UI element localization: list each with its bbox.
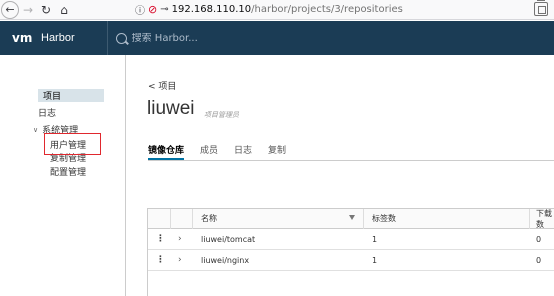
- main-content: < 项目 liuwei 项目管理员 镜像仓库 成员 日志 复制 名称 标签数 下…: [127, 55, 554, 296]
- sidebar-item-projects[interactable]: 项目: [38, 89, 104, 102]
- sidebar-item-logs[interactable]: 日志: [38, 106, 56, 119]
- browser-toolbar: ← → ↻ ⌂ ⓘ ⊘ ⊸ 192.168.110.10/harbor/proj…: [0, 0, 554, 20]
- repo-name[interactable]: liuwei/tomcat: [201, 229, 361, 249]
- insecure-lock-icon: ⊘: [148, 3, 158, 16]
- sidebar: 项目 日志 ∨ 系统管理 用户管理 复制管理 配置管理: [0, 55, 126, 296]
- screenshot-icon[interactable]: [534, 0, 548, 16]
- sidebar-item-label: 配置管理: [50, 168, 87, 178]
- header-divider: [106, 21, 108, 55]
- app-name[interactable]: Harbor: [41, 32, 75, 44]
- search-icon: [115, 32, 127, 44]
- sidebar-item-label: 日志: [38, 109, 57, 119]
- breadcrumb[interactable]: < 项目: [148, 79, 176, 92]
- annotation-highlight-box: [44, 133, 101, 155]
- expand-chevron-icon[interactable]: ›: [178, 229, 188, 249]
- sidebar-item-label: 项目: [43, 92, 62, 102]
- column-divider: [192, 209, 193, 229]
- reload-icon[interactable]: ↻: [37, 1, 55, 19]
- tag-count: 1: [372, 255, 378, 265]
- column-divider: [363, 209, 364, 229]
- chevron-down-icon[interactable]: ∨: [33, 126, 38, 134]
- tab-members[interactable]: 成员: [200, 143, 218, 157]
- tab-replication[interactable]: 复制: [268, 143, 286, 157]
- column-header-downloads[interactable]: 下载数: [536, 209, 554, 229]
- column-header-tags[interactable]: 标签数: [372, 209, 396, 228]
- column-divider: [170, 209, 171, 229]
- search-input[interactable]: [131, 32, 252, 44]
- download-count: 0: [536, 255, 542, 265]
- project-tabs: 镜像仓库 成员 日志 复制: [148, 143, 302, 160]
- key-icon: ⊸: [160, 4, 169, 15]
- more-actions-icon[interactable]: ⋮: [156, 229, 165, 249]
- column-header-name[interactable]: 名称: [201, 209, 361, 228]
- back-arrow-icon[interactable]: ←: [1, 0, 19, 19]
- project-role-label: 项目管理员: [204, 111, 239, 119]
- sidebar-item-configuration[interactable]: 配置管理: [50, 165, 86, 178]
- tag-count: 1: [372, 234, 378, 244]
- expand-chevron-icon[interactable]: ›: [178, 250, 188, 270]
- address-bar[interactable]: ⓘ ⊘ ⊸ 192.168.110.10/harbor/projects/3/r…: [135, 0, 403, 20]
- repositories-table: 名称 标签数 下载数 ⋮ › liuwei/tomcat 1 0 ⋮ › liu…: [147, 208, 554, 296]
- url-path: /harbor/projects/3/repositories: [251, 4, 403, 15]
- more-actions-icon[interactable]: ⋮: [156, 250, 165, 270]
- forward-arrow-icon[interactable]: →: [19, 1, 37, 19]
- table-row[interactable]: ⋮ › liuwei/nginx 1 0: [148, 250, 554, 271]
- home-icon[interactable]: ⌂: [55, 1, 73, 19]
- repo-name[interactable]: liuwei/nginx: [201, 250, 361, 270]
- page-title: liuwei: [147, 98, 195, 119]
- tab-repositories[interactable]: 镜像仓库: [148, 143, 185, 160]
- app-header: vm Harbor: [0, 21, 554, 55]
- tabs-divider: [148, 160, 554, 161]
- page-info-icon[interactable]: ⓘ: [135, 2, 145, 17]
- table-row[interactable]: ⋮ › liuwei/tomcat 1 0: [148, 229, 554, 250]
- url-host: 192.168.110.10: [171, 4, 252, 15]
- table-header: 名称 标签数 下载数: [148, 209, 554, 229]
- column-divider: [529, 209, 530, 229]
- download-count: 0: [536, 234, 542, 244]
- vmware-logo[interactable]: vm: [12, 30, 34, 46]
- tab-logs[interactable]: 日志: [234, 143, 252, 157]
- filter-icon[interactable]: [349, 215, 355, 220]
